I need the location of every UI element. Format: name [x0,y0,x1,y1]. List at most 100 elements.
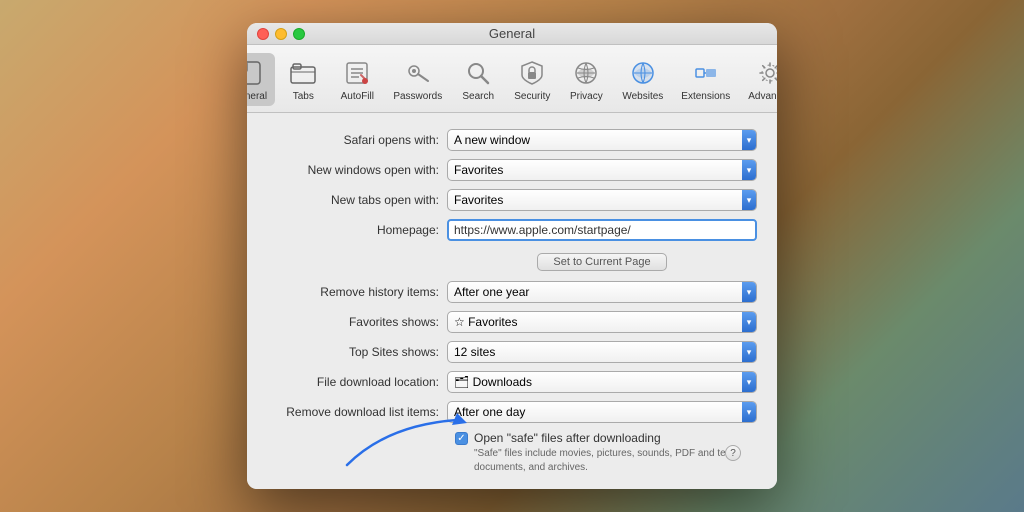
top-sites-label: Top Sites shows: [267,345,447,359]
passwords-label: Passwords [393,91,442,102]
passwords-icon [402,57,434,89]
search-icon [462,57,494,89]
file-download-chevron: ▾ [742,372,756,392]
tab-search[interactable]: Search [452,53,504,106]
advanced-icon [754,57,777,89]
remove-history-value: After one year [454,285,529,299]
extensions-icon [690,57,722,89]
top-sites-chevron: ▾ [742,342,756,362]
new-tabs-select[interactable]: Favorites ▾ [447,189,757,211]
homepage-input[interactable] [447,219,757,241]
remove-download-row: Remove download list items: After one da… [267,401,757,423]
general-label: General [247,91,267,102]
top-sites-row: Top Sites shows: 12 sites ▾ [267,341,757,363]
file-download-row: File download location: 🗂 Downloads ▾ [267,371,757,393]
tab-security[interactable]: Security [506,53,558,106]
top-sites-control: 12 sites ▾ [447,341,757,363]
safari-opens-row: Safari opens with: A new window ▾ [267,129,757,151]
remove-download-value: After one day [454,405,525,419]
titlebar: General [247,23,777,45]
set-to-current-page-button[interactable]: Set to Current Page [537,253,667,271]
new-windows-label: New windows open with: [267,163,447,177]
remove-history-row: Remove history items: After one year ▾ [267,281,757,303]
file-download-control: 🗂 Downloads ▾ [447,371,757,393]
safari-opens-value: A new window [454,133,530,147]
safari-opens-select[interactable]: A new window ▾ [447,129,757,151]
tab-websites[interactable]: Websites [614,53,671,106]
safari-opens-control: A new window ▾ [447,129,757,151]
search-label: Search [462,91,494,102]
remove-history-chevron: ▾ [742,282,756,302]
tab-advanced[interactable]: Advanced [740,53,777,106]
new-windows-control: Favorites ▾ [447,159,757,181]
file-download-value: 🗂 Downloads [454,375,532,389]
general-icon [247,57,265,89]
top-sites-value: 12 sites [454,345,495,359]
autofill-label: AutoFill [341,91,374,102]
security-label: Security [514,91,550,102]
favorites-shows-select[interactable]: ☆ Favorites ▾ [447,311,757,333]
favorites-shows-chevron: ▾ [742,312,756,332]
file-download-select[interactable]: 🗂 Downloads ▾ [447,371,757,393]
open-safe-desc: "Safe" files include movies, pictures, s… [474,447,757,475]
remove-download-select[interactable]: After one day ▾ [447,401,757,423]
new-tabs-row: New tabs open with: Favorites ▾ [267,189,757,211]
extensions-label: Extensions [681,91,730,102]
open-safe-text: Open "safe" files after downloading "Saf… [474,431,757,475]
tab-passwords[interactable]: Passwords [385,53,450,106]
new-tabs-label: New tabs open with: [267,193,447,207]
remove-download-control: After one day ▾ [447,401,757,423]
remove-download-label: Remove download list items: [267,405,447,419]
privacy-icon [570,57,602,89]
security-icon [516,57,548,89]
advanced-label: Advanced [748,91,777,102]
preferences-content: Safari opens with: A new window ▾ New wi… [247,113,777,489]
set-button-row: Set to Current Page [267,249,757,271]
tab-autofill[interactable]: AutoFill [331,53,383,106]
autofill-icon [341,57,373,89]
help-button[interactable]: ? [725,445,741,461]
tab-general[interactable]: General [247,53,275,106]
favorites-shows-label: Favorites shows: [267,315,447,329]
remove-download-chevron: ▾ [742,402,756,422]
close-button[interactable] [257,28,269,40]
traffic-lights [257,28,305,40]
set-button-control: Set to Current Page [447,249,757,271]
open-safe-row: Open "safe" files after downloading "Saf… [455,431,757,475]
remove-history-select[interactable]: After one year ▾ [447,281,757,303]
open-safe-label: Open "safe" files after downloading [474,431,757,445]
new-windows-chevron: ▾ [742,160,756,180]
favorites-shows-control: ☆ Favorites ▾ [447,311,757,333]
homepage-row: Homepage: [267,219,757,241]
tab-privacy[interactable]: Privacy [560,53,612,106]
privacy-label: Privacy [570,91,603,102]
new-windows-value: Favorites [454,163,503,177]
websites-icon [627,57,659,89]
new-tabs-control: Favorites ▾ [447,189,757,211]
tabs-label: Tabs [293,91,314,102]
websites-label: Websites [622,91,663,102]
file-download-label: File download location: [267,375,447,389]
remove-history-label: Remove history items: [267,285,447,299]
favorites-shows-value: ☆ Favorites [454,315,517,329]
homepage-control [447,219,757,241]
tab-tabs[interactable]: Tabs [277,53,329,106]
minimize-button[interactable] [275,28,287,40]
open-safe-checkbox[interactable] [455,432,468,445]
new-tabs-value: Favorites [454,193,503,207]
tabs-icon [287,57,319,89]
new-windows-row: New windows open with: Favorites ▾ [267,159,757,181]
toolbar: General Tabs [247,45,777,113]
remove-history-control: After one year ▾ [447,281,757,303]
maximize-button[interactable] [293,28,305,40]
new-tabs-chevron: ▾ [742,190,756,210]
homepage-label: Homepage: [267,223,447,237]
top-sites-select[interactable]: 12 sites ▾ [447,341,757,363]
safari-opens-chevron: ▾ [742,130,756,150]
tab-extensions[interactable]: Extensions [673,53,738,106]
window-title: General [489,26,535,41]
favorites-shows-row: Favorites shows: ☆ Favorites ▾ [267,311,757,333]
new-windows-select[interactable]: Favorites ▾ [447,159,757,181]
preferences-window: General General [247,23,777,489]
toolbar-items: General Tabs [247,53,777,106]
